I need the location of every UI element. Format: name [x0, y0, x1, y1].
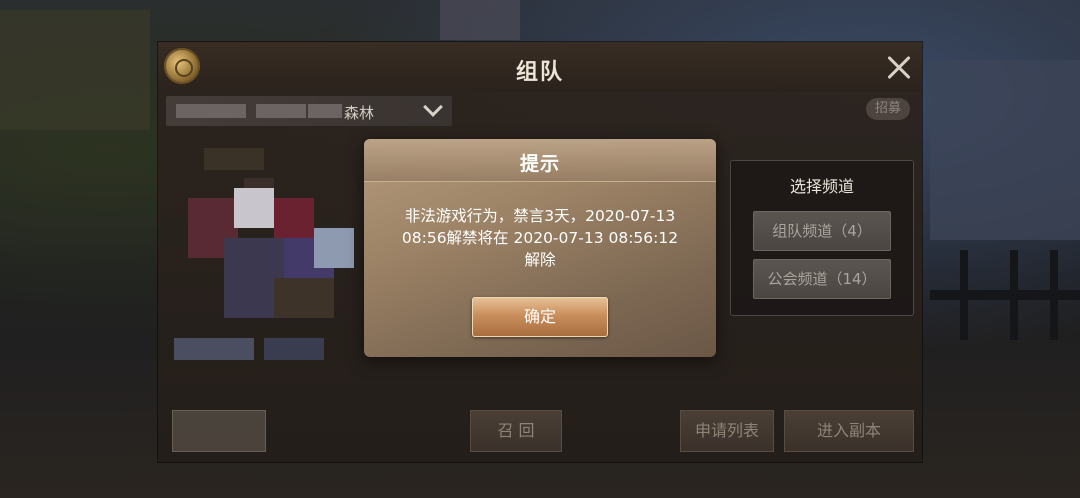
channel-panel: 选择频道 组队频道（4） 公会频道（14）: [730, 160, 914, 316]
apply-list-button[interactable]: 申请列表: [680, 410, 774, 452]
pixelated-button[interactable]: [172, 410, 266, 452]
channel-panel-title: 选择频道: [789, 177, 854, 196]
recall-button[interactable]: 召 回: [470, 410, 562, 452]
confirm-button[interactable]: 确定: [472, 297, 608, 337]
panel-title: 组队: [515, 60, 564, 85]
alert-message: 非法游戏行为，禁言3天，2020-07-13 08:56解禁将在 2020-07…: [384, 205, 696, 271]
dungeon-select[interactable]: 森林: [166, 96, 452, 126]
panel-header: 组队: [158, 42, 922, 92]
pixelated-text: [256, 104, 306, 118]
pixelated-text: [176, 104, 246, 118]
guild-channel-button[interactable]: 公会频道（14）: [753, 259, 891, 299]
team-channel-button[interactable]: 组队频道（4）: [753, 211, 891, 251]
alert-message-line: 08:56解禁将在 2020-07-13 08:56:12: [401, 229, 679, 247]
alert-header: 提示: [364, 139, 716, 182]
recruit-button[interactable]: 招募: [866, 98, 910, 120]
dungeon-name: 森林: [344, 104, 375, 122]
alert-title: 提示: [519, 153, 560, 175]
chevron-down-icon: [422, 100, 442, 120]
enter-dungeon-button[interactable]: 进入副本: [784, 410, 914, 452]
close-icon[interactable]: [882, 50, 916, 84]
alert-dialog: 提示 非法游戏行为，禁言3天，2020-07-13 08:56解禁将在 2020…: [364, 139, 716, 357]
alert-message-line: 非法游戏行为，禁言3天，2020-07-13: [404, 207, 676, 225]
alert-message-line: 解除: [524, 251, 556, 269]
pixelated-text: [308, 104, 342, 118]
